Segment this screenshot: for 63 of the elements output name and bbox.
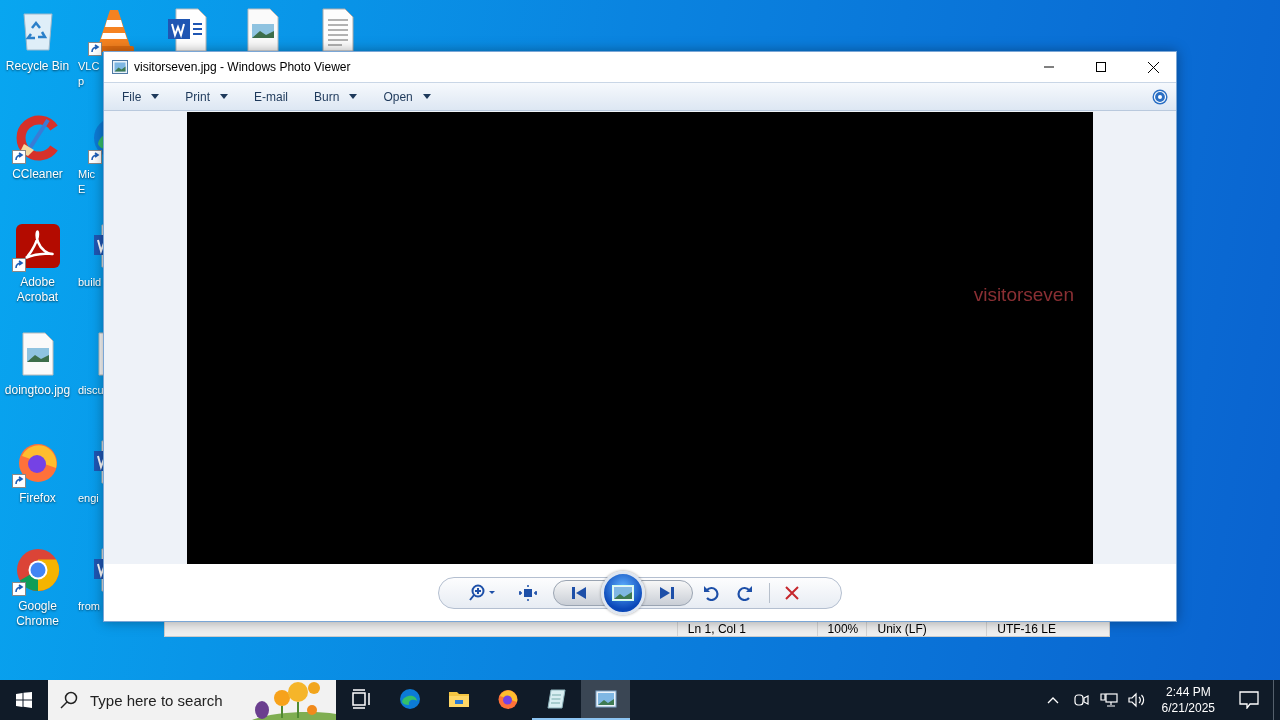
clock-date: 6/21/2025 bbox=[1161, 700, 1215, 716]
caret-icon bbox=[220, 94, 229, 100]
desktop-icon-label[interactable]: VLC bbox=[78, 59, 100, 74]
rotate-left-icon bbox=[703, 584, 719, 601]
notepad-icon bbox=[544, 687, 569, 711]
speaker-icon bbox=[1127, 692, 1146, 708]
next-button[interactable] bbox=[641, 579, 693, 606]
image-text: visitorseven bbox=[973, 284, 1074, 307]
desktop-icon-label[interactable]: Firefox bbox=[19, 491, 56, 506]
shortcut-arrow-icon bbox=[11, 474, 26, 488]
photo-viewer-icon bbox=[593, 687, 618, 711]
taskbar-app-button[interactable] bbox=[581, 680, 630, 720]
desktop-icon-label[interactable]: Acrobat bbox=[16, 290, 59, 305]
caret-icon bbox=[422, 94, 431, 100]
speech-bubble-icon bbox=[1239, 691, 1259, 709]
slideshow-button[interactable] bbox=[601, 570, 645, 615]
windows-icon bbox=[16, 692, 32, 708]
caret-icon bbox=[349, 94, 358, 100]
desktop-icon-label[interactable]: Mic bbox=[78, 167, 96, 182]
delete-icon bbox=[785, 585, 799, 600]
fit-icon bbox=[519, 584, 537, 601]
camera-icon bbox=[1072, 692, 1089, 708]
photo-viewer-icon bbox=[112, 60, 128, 74]
toolbar-menu[interactable]: Print bbox=[175, 84, 239, 109]
desktop-icon-label[interactable]: E bbox=[78, 182, 86, 197]
shortcut-arrow-icon bbox=[11, 150, 26, 164]
toolbar-menu[interactable]: Burn bbox=[304, 84, 368, 109]
desktop-icon-label[interactable]: engi bbox=[78, 491, 99, 506]
shortcut-arrow-icon bbox=[11, 582, 26, 596]
zoom-icon bbox=[469, 583, 497, 602]
clock-time: 2:44 PM bbox=[1165, 684, 1211, 700]
desktop-icon-label[interactable]: Recycle Bin bbox=[5, 59, 70, 74]
clock[interactable]: 2:44 PM 6/21/2025 bbox=[1153, 684, 1223, 716]
search-field[interactable]: Type here to search bbox=[88, 690, 242, 710]
previous-icon bbox=[572, 586, 586, 599]
search-box[interactable]: Type here to search bbox=[48, 680, 336, 720]
search-icon bbox=[60, 691, 78, 709]
desktop-icon-label[interactable]: p bbox=[78, 74, 85, 89]
acrobat-icon bbox=[13, 222, 62, 270]
toolbar-menu[interactable]: E-mail bbox=[244, 84, 299, 109]
network-icon bbox=[1099, 692, 1118, 708]
desktop-icon-label[interactable]: CCleaner bbox=[12, 167, 63, 182]
help-icon[interactable] bbox=[1152, 88, 1168, 105]
window-title: visitorseven.jpg - Windows Photo Viewer bbox=[134, 60, 352, 74]
desktop-icon-label[interactable]: Google bbox=[18, 599, 57, 614]
caret-icon bbox=[151, 94, 160, 100]
picture-icon bbox=[612, 584, 634, 601]
edge-icon bbox=[397, 687, 422, 711]
desktop-icon-label[interactable]: Chrome bbox=[16, 614, 59, 629]
maximize-icon bbox=[1096, 62, 1106, 72]
desktop-icon-label[interactable]: from bbox=[78, 599, 100, 614]
next-icon bbox=[660, 586, 674, 599]
shortcut-arrow-icon bbox=[11, 258, 26, 272]
close-icon bbox=[1147, 61, 1159, 73]
desktop-icon-label[interactable]: build bbox=[78, 275, 102, 290]
chevron-up-icon bbox=[1046, 696, 1059, 704]
desktop-icon-label[interactable]: Adobe bbox=[20, 275, 55, 290]
previous-button[interactable] bbox=[553, 579, 605, 606]
toolbar-menu[interactable]: File bbox=[112, 84, 170, 109]
rotate-right-icon bbox=[737, 584, 753, 601]
toolbar-menu[interactable]: Open bbox=[373, 84, 441, 109]
desktop-icon-label[interactable]: doingtoo.jpg bbox=[4, 383, 71, 398]
desktop-icon-label[interactable]: discu bbox=[78, 383, 104, 398]
